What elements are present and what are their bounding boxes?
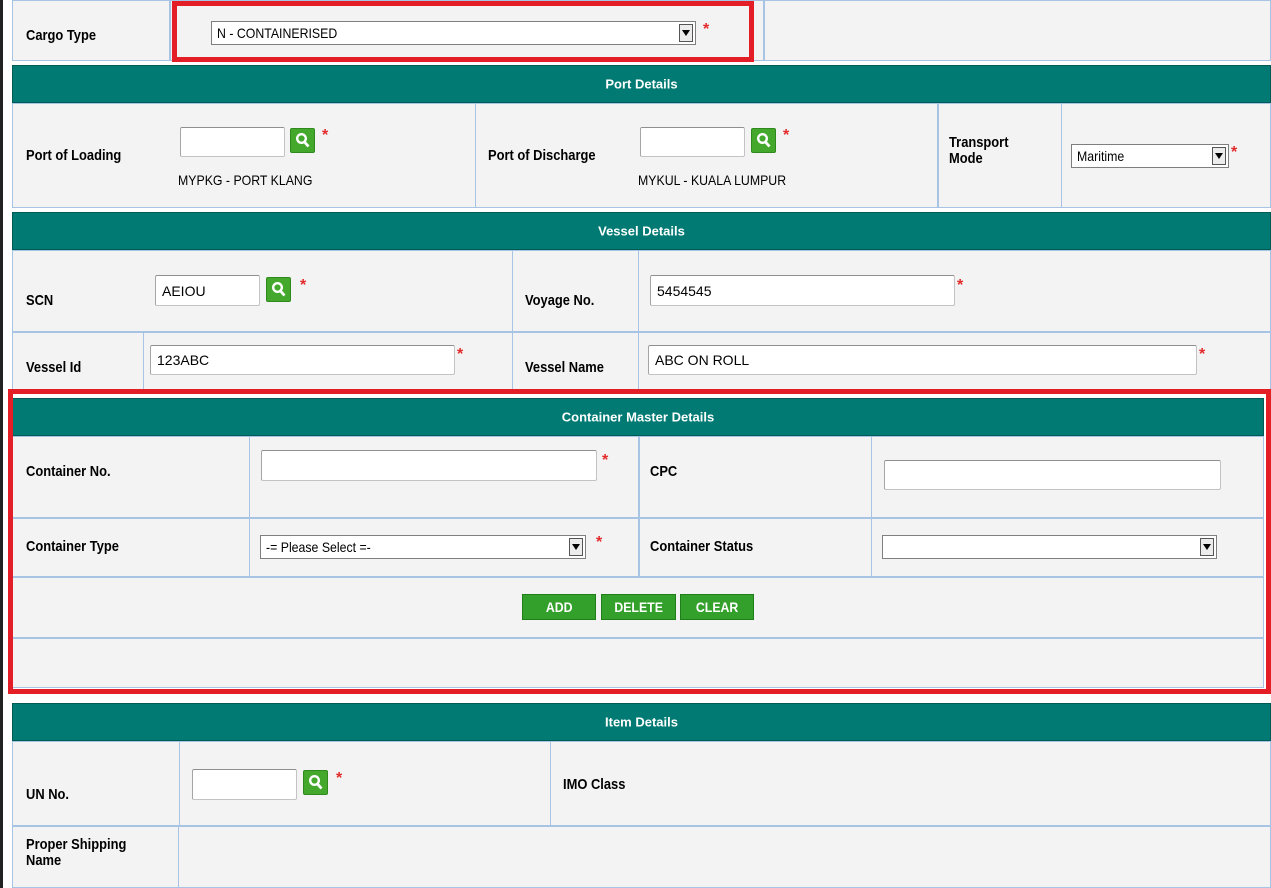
required-marker: * bbox=[1199, 346, 1206, 363]
item-row-2 bbox=[12, 826, 1271, 888]
add-button[interactable]: ADD bbox=[522, 594, 596, 620]
transport-mode-value: Maritime bbox=[1077, 148, 1125, 164]
required-marker: * bbox=[957, 277, 964, 294]
vessel-name-label: Vessel Name bbox=[525, 359, 604, 376]
required-marker: * bbox=[322, 127, 329, 144]
search-icon bbox=[271, 281, 286, 297]
chevron-down-icon bbox=[679, 24, 693, 42]
scn-search-button[interactable] bbox=[266, 277, 291, 302]
scn-label: SCN bbox=[26, 292, 54, 309]
container-status-label: Container Status bbox=[650, 538, 754, 555]
port-of-loading-label: Port of Loading bbox=[26, 147, 122, 164]
transport-mode-label: Transport Mode bbox=[949, 134, 1009, 167]
add-button-label: ADD bbox=[545, 599, 573, 615]
left-border bbox=[0, 0, 3, 888]
un-no-label: UN No. bbox=[26, 786, 69, 803]
vessel-row-1-mid bbox=[512, 250, 639, 332]
proper-shipping-name-label: Proper Shipping Name bbox=[26, 836, 127, 869]
delete-button-label: DELETE bbox=[614, 599, 663, 615]
container-no-input[interactable] bbox=[261, 450, 597, 481]
voyage-no-input[interactable] bbox=[650, 275, 955, 306]
container-type-select[interactable]: -= Please Select =- bbox=[260, 535, 586, 559]
cargo-type-select[interactable]: N - CONTAINERISED bbox=[211, 21, 696, 45]
item-details-header: Item Details bbox=[12, 703, 1271, 741]
cpc-label: CPC bbox=[650, 463, 678, 480]
port-of-loading-description: MYPKG - PORT KLANG bbox=[178, 172, 313, 188]
port-details-header: Port Details bbox=[12, 65, 1271, 103]
required-marker: * bbox=[300, 277, 307, 294]
search-icon bbox=[295, 132, 310, 148]
search-icon bbox=[308, 774, 323, 790]
container-status-select[interactable] bbox=[882, 535, 1217, 559]
container-master-header: Container Master Details bbox=[12, 398, 1264, 436]
container-type-label: Container Type bbox=[26, 538, 119, 555]
port-of-loading-input[interactable] bbox=[180, 127, 285, 157]
chevron-down-icon bbox=[1212, 147, 1226, 165]
port-of-loading-search-button[interactable] bbox=[290, 128, 315, 153]
required-marker: * bbox=[703, 21, 710, 38]
imo-class-label: IMO Class bbox=[563, 776, 626, 793]
un-no-search-button[interactable] bbox=[303, 770, 328, 795]
chevron-down-icon bbox=[569, 538, 583, 556]
port-details-title: Port Details bbox=[605, 76, 678, 92]
required-marker: * bbox=[1231, 144, 1238, 161]
required-marker: * bbox=[457, 346, 464, 363]
search-icon bbox=[756, 132, 771, 148]
required-marker: * bbox=[783, 127, 790, 144]
vessel-details-title: Vessel Details bbox=[598, 223, 685, 239]
clear-button[interactable]: CLEAR bbox=[680, 594, 754, 620]
port-of-discharge-description: MYKUL - KUALA LUMPUR bbox=[638, 172, 787, 188]
chevron-down-icon bbox=[1200, 538, 1214, 556]
vessel-name-input[interactable] bbox=[648, 345, 1197, 375]
container-type-value: -= Please Select =- bbox=[266, 539, 371, 555]
required-marker: * bbox=[336, 770, 343, 787]
vessel-details-header: Vessel Details bbox=[12, 212, 1271, 250]
port-of-discharge-label: Port of Discharge bbox=[488, 147, 596, 164]
cargo-type-label: Cargo Type bbox=[26, 27, 97, 44]
clear-button-label: CLEAR bbox=[695, 599, 739, 615]
vessel-id-input[interactable] bbox=[150, 345, 455, 375]
delete-button[interactable]: DELETE bbox=[601, 594, 676, 620]
scn-input[interactable] bbox=[155, 275, 260, 306]
container-master-title: Container Master Details bbox=[561, 409, 715, 425]
required-marker: * bbox=[602, 452, 609, 469]
un-no-input[interactable] bbox=[192, 769, 297, 800]
transport-mode-select[interactable]: Maritime bbox=[1071, 144, 1229, 168]
cargo-type-empty-cell bbox=[764, 0, 1271, 61]
container-list-row bbox=[12, 638, 1264, 688]
container-no-label: Container No. bbox=[26, 463, 111, 480]
vessel-id-label: Vessel Id bbox=[26, 359, 82, 376]
voyage-no-label: Voyage No. bbox=[525, 292, 595, 309]
port-of-discharge-input[interactable] bbox=[640, 127, 745, 157]
item-details-title: Item Details bbox=[605, 714, 678, 730]
required-marker: * bbox=[596, 534, 603, 551]
cargo-type-value: N - CONTAINERISED bbox=[217, 25, 338, 41]
cpc-input[interactable] bbox=[884, 460, 1221, 490]
port-of-discharge-search-button[interactable] bbox=[751, 128, 776, 153]
